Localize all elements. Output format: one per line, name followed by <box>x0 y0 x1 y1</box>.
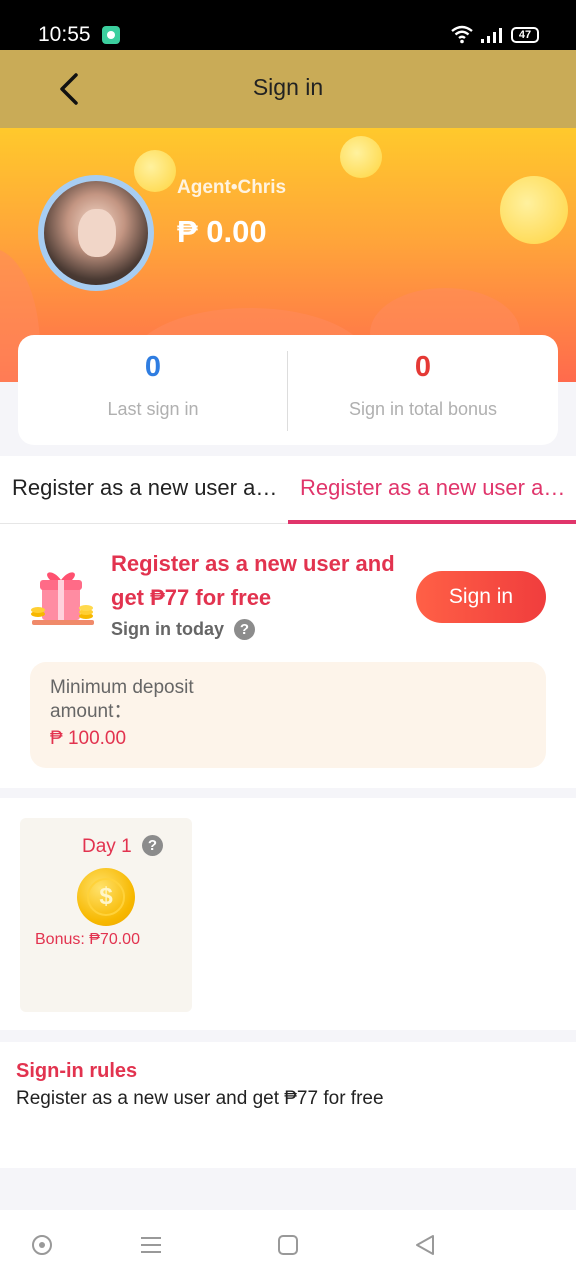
help-icon[interactable]: ? <box>142 835 163 856</box>
minimum-deposit-label: Minimum deposit amount： <box>50 677 194 722</box>
system-navigation-bar <box>0 1210 576 1280</box>
sign-in-stats-card: 0 Last sign in 0 Sign in total bonus <box>18 335 558 445</box>
last-sign-in-value: 0 <box>144 351 162 383</box>
home-button[interactable] <box>273 1230 303 1260</box>
decorative-bubble <box>134 150 176 192</box>
sign-in-panel: Register as a new user and get ₱77 for f… <box>0 524 576 788</box>
day-card[interactable]: Day 1 ? $ Bonus: ₱70.00 <box>20 818 192 1012</box>
decorative-bubble <box>340 136 382 178</box>
day-label: Day 1 <box>82 836 132 857</box>
wifi-icon <box>451 25 473 44</box>
avatar-face <box>78 209 116 257</box>
minimum-deposit-value: ₱ 100.00 <box>50 728 127 749</box>
daily-rewards-panel: Day 1 ? $ Bonus: ₱70.00 <box>0 798 576 1030</box>
last-sign-in-label: Last sign in <box>107 399 199 419</box>
app-notification-icon <box>102 26 120 44</box>
menu-button[interactable] <box>136 1230 166 1260</box>
tab-register-1[interactable]: Register as a new user and get ₱77 for f… <box>12 456 284 524</box>
help-icon[interactable]: ? <box>234 619 256 640</box>
rules-title: Sign-in rules <box>16 1060 138 1082</box>
coin-icon: $ <box>77 868 135 926</box>
avatar[interactable] <box>38 175 154 291</box>
last-sign-in-stat: 0 Last sign in <box>18 335 288 445</box>
triangle-back-icon <box>416 1235 434 1255</box>
signal-icon <box>481 28 502 43</box>
assistant-button[interactable] <box>27 1230 57 1260</box>
promo-title: Register as a new user and get ₱77 for f… <box>111 551 395 610</box>
menu-icon <box>141 1237 161 1253</box>
system-back-button[interactable] <box>410 1230 440 1260</box>
minimum-deposit-box: Minimum deposit amount： ₱ 100.00 <box>30 662 546 768</box>
tab-register-2[interactable]: Register as a new user and get ₱77 for f… <box>300 456 570 524</box>
total-bonus-value: 0 <box>414 351 432 383</box>
tab-bar: Register as a new user and get ₱77 for f… <box>0 456 576 524</box>
header: Sign in <box>0 50 576 128</box>
sign-in-today: Sign in today ? <box>111 619 256 640</box>
square-icon <box>278 1235 298 1255</box>
sign-in-button[interactable]: Sign in <box>416 571 546 623</box>
day-bonus: Bonus: ₱70.00 <box>35 931 140 948</box>
gift-icon <box>31 572 94 625</box>
agent-name: Agent•Chris <box>177 177 287 198</box>
status-bar: 10:55 47 <box>0 0 576 50</box>
rules-text: Register as a new user and get ₱77 for f… <box>16 1088 384 1109</box>
balance-amount: ₱ 0.00 <box>177 214 267 249</box>
sign-in-today-label: Sign in today <box>111 619 225 639</box>
total-bonus-stat: 0 Sign in total bonus <box>288 335 558 445</box>
status-time: 10:55 <box>38 23 91 46</box>
total-bonus-label: Sign in total bonus <box>348 399 498 419</box>
decorative-bubble <box>500 176 568 244</box>
battery-icon: 47 <box>511 27 539 43</box>
circle-dot-icon <box>32 1235 52 1255</box>
page-title: Sign in <box>252 74 324 100</box>
sign-in-rules: Sign-in rules Register as a new user and… <box>0 1042 576 1168</box>
